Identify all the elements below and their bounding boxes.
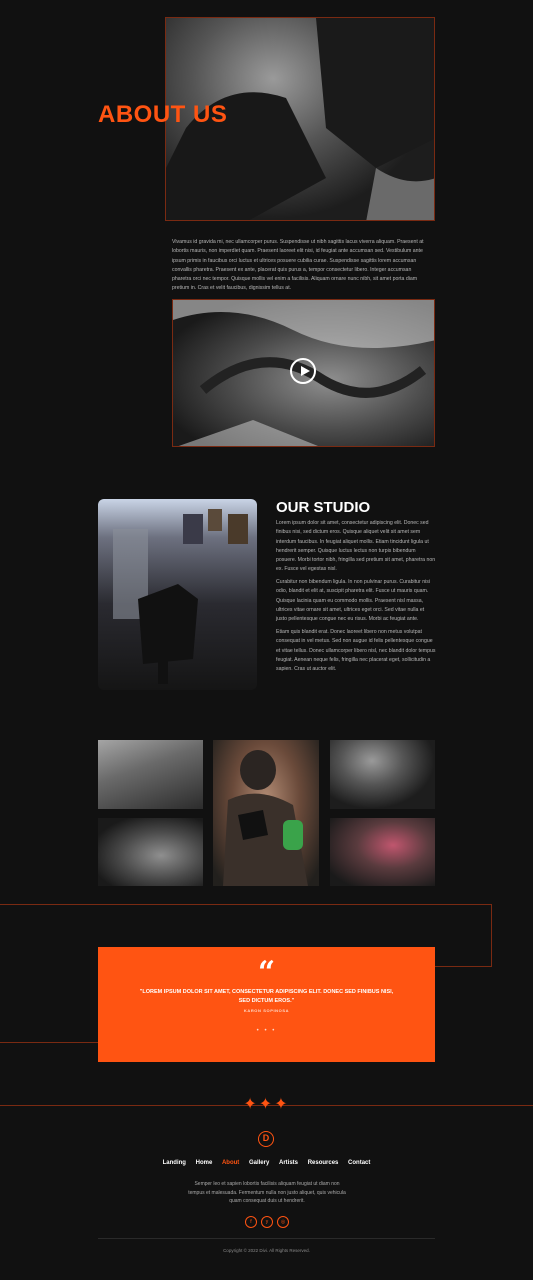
footer-nav-home[interactable]: Home [196, 1160, 213, 1166]
quote-icon: “ [257, 955, 276, 990]
divider-line-left [0, 1042, 98, 1043]
testimonial-author: KARON SOPINOSA [243, 1008, 290, 1013]
gallery-image-2[interactable] [98, 818, 203, 886]
testimonial-text: "LOREM IPSUM DOLOR SIT AMET, CONSECTETUR… [139, 989, 394, 1004]
footer-nav-landing[interactable]: Landing [163, 1160, 186, 1166]
about-body: Vivamus id gravida mi, nec ullamcorper p… [172, 239, 424, 292]
footer-nav-resources[interactable]: Resources [308, 1160, 339, 1166]
footer-nav-gallery[interactable]: Gallery [249, 1160, 269, 1166]
gallery-image-1[interactable] [98, 740, 203, 809]
twitter-icon[interactable]: y [261, 1216, 273, 1228]
studio-paragraph-1: Lorem ipsum dolor sit amet, consectetur … [276, 520, 436, 573]
footer-text: Semper leo et sapien lobortis facilisis … [188, 1181, 346, 1204]
gallery-illustration-3 [223, 750, 308, 886]
studio-image [98, 499, 257, 690]
footer-nav: Landing Home About Gallery Artists Resou… [0, 1160, 533, 1166]
studio-title: OUR STUDIO [276, 499, 371, 516]
instagram-icon[interactable]: ◎ [277, 1216, 289, 1228]
footer-nav-artists[interactable]: Artists [279, 1160, 298, 1166]
star-icons: ✦✦✦ [243, 1094, 290, 1113]
footer-divider [98, 1238, 435, 1239]
footer-logo-letter: D [262, 1133, 270, 1143]
footer-nav-contact[interactable]: Contact [348, 1160, 370, 1166]
play-icon[interactable] [290, 358, 316, 384]
gallery-image-3[interactable] [213, 740, 319, 886]
about-title: ABOUT US [98, 101, 228, 128]
gallery-image-4[interactable] [330, 740, 435, 809]
testimonial-box: “ "LOREM IPSUM DOLOR SIT AMET, CONSECTET… [98, 947, 435, 1062]
divider-line-top [0, 904, 491, 905]
footer-logo[interactable]: D [258, 1131, 274, 1147]
footer-nav-about[interactable]: About [222, 1160, 239, 1166]
divider-line-right-vertical [491, 904, 492, 967]
copyright: Copyright © 2022 Divi. All Rights Reserv… [223, 1248, 310, 1253]
facebook-icon[interactable]: f [245, 1216, 257, 1228]
gallery-image-5[interactable] [330, 818, 435, 886]
studio-illustration [113, 509, 248, 684]
studio-paragraph-3: Etiam quis blandit erat. Donec laoreet l… [276, 629, 436, 673]
studio-paragraph-2: Curabitur non bibendum ligula. In non pu… [276, 579, 430, 623]
carousel-dots[interactable]: • • • [98, 1028, 435, 1034]
divider-line-right [435, 966, 492, 967]
